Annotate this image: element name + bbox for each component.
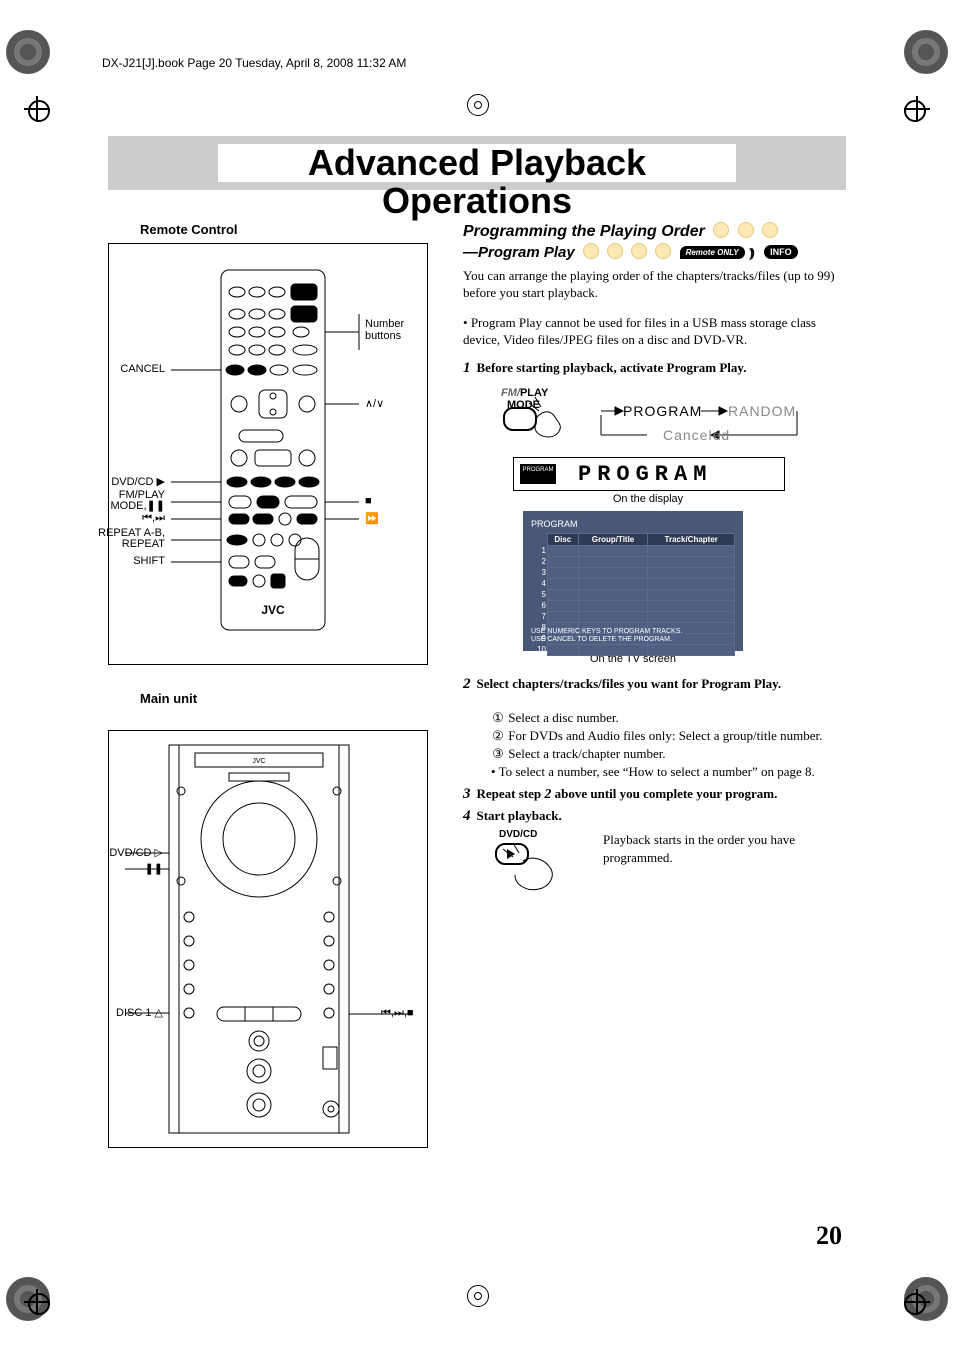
label-shift: SHIFT [133, 555, 165, 567]
label-updown: ∧/∨ [365, 397, 384, 410]
label-main-transport: ⏮,⏭,■ [381, 1007, 414, 1020]
label-main-pause: ❚❚ [145, 862, 163, 875]
book-metadata-line: DX-J21[J].book Page 20 Tuesday, April 8,… [102, 56, 406, 70]
step-4-number: 4 [463, 808, 471, 824]
registration-mark-icon [6, 30, 50, 74]
center-crop-icon [467, 1285, 489, 1307]
page-number: 20 [816, 1221, 842, 1251]
crop-mark-icon [904, 96, 930, 122]
remote-svg: JVC [109, 244, 429, 664]
label-dvdcd-play: DVD/CD ▶ [111, 475, 165, 488]
bead-icon [762, 222, 778, 238]
bead-icon [713, 222, 729, 238]
page-title-band: Advanced Playback Operations [108, 136, 846, 190]
step-4-body: Playback starts in the order you have pr… [603, 831, 853, 866]
tv-footer-line-1: USE NUMERIC KEYS TO PROGRAM TRACKS. [531, 628, 682, 636]
label-number-buttons: Number buttons [365, 318, 425, 342]
remote-brand: JVC [261, 603, 285, 617]
bead-icon [631, 243, 647, 259]
crop-mark-icon [24, 96, 50, 122]
label-main-disc1: DISC 1 △ [116, 1006, 163, 1019]
crop-mark-icon [24, 1289, 50, 1315]
center-crop-icon [467, 94, 489, 116]
label-repeat: REPEAT A-B, REPEAT [85, 528, 165, 550]
page-title: Advanced Playback Operations [308, 142, 646, 221]
bead-icon [607, 243, 623, 259]
step-1-text: Before starting playback, activate Progr… [477, 360, 747, 375]
note-text: • Program Play cannot be used for files … [463, 314, 846, 348]
mode-flow-diagram: FM/PLAYMODE PROGRAM RANDOM Canceled [503, 393, 846, 449]
pause-button-icon [503, 407, 537, 431]
registration-mark-icon [904, 30, 948, 74]
display-segment-text: PROGRAM [578, 462, 712, 487]
bead-icon [738, 222, 754, 238]
main-unit-svg: JVC [109, 731, 429, 1147]
label-fwd-icon: ⏩ [365, 512, 379, 525]
step-3-number: 3 [463, 786, 471, 802]
step-2-sublist: ① Select a disc number. ② For DVDs and A… [491, 709, 846, 782]
step-1-number: 1 [463, 360, 471, 376]
label-fmplay-mode: FM/PLAY MODE,❚❚ [95, 490, 165, 512]
circled-3-icon: ③ [491, 745, 505, 763]
remote-control-heading: Remote Control [140, 222, 428, 237]
tv-footer-line-2: USE CANCEL TO DELETE THE PROGRAM. [531, 636, 682, 644]
main-unit-heading: Main unit [140, 691, 428, 706]
display-badge: PROGRAM [520, 464, 556, 484]
section-title: Programming the Playing Order [463, 222, 846, 241]
display-caption: On the display [513, 493, 783, 505]
step-2-number: 2 [463, 676, 471, 692]
circled-1-icon: ① [491, 709, 505, 727]
remote-only-badge: Remote ONLY [680, 246, 745, 259]
label-stop-icon: ■ [365, 495, 372, 507]
bead-icon [655, 243, 671, 259]
step-3-text: Repeat step 2 above until you complete y… [477, 786, 778, 801]
sound-icon: ))) [749, 246, 752, 261]
dvdcd-play-figure: DVD/CD Playback starts in the order you … [493, 829, 846, 897]
step-2-text: Select chapters/tracks/files you want fo… [477, 676, 782, 691]
step-4-text: Start playback. [477, 808, 562, 823]
flow-program-label: PROGRAM [623, 403, 702, 419]
svg-text:JVC: JVC [252, 758, 265, 765]
flow-canceled-label: Canceled [663, 427, 730, 443]
label-prev-next: ⏮,⏭ [142, 512, 165, 525]
intro-text: You can arrange the playing order of the… [463, 267, 846, 301]
crop-mark-icon [904, 1289, 930, 1315]
bead-icon [583, 243, 599, 259]
flow-random-label: RANDOM [728, 403, 796, 419]
info-badge: INFO [764, 245, 798, 259]
section-subtitle: —Program Play Remote ONLY ))) INFO [463, 243, 846, 261]
display-panel: PROGRAM PROGRAM [513, 457, 785, 491]
tv-header: PROGRAM [531, 519, 735, 529]
circled-2-icon: ② [491, 727, 505, 745]
label-cancel: CANCEL [120, 363, 165, 375]
main-unit-diagram: JVC [108, 730, 428, 1148]
tv-screen-panel: PROGRAM DiscGroup/TitleTrack/Chapter 1 2… [523, 511, 743, 651]
label-main-dvdcd: DVD/CD ▷ [109, 846, 163, 859]
remote-control-diagram: JVC CANCEL Number buttons ∧/∨ DV [108, 243, 428, 665]
